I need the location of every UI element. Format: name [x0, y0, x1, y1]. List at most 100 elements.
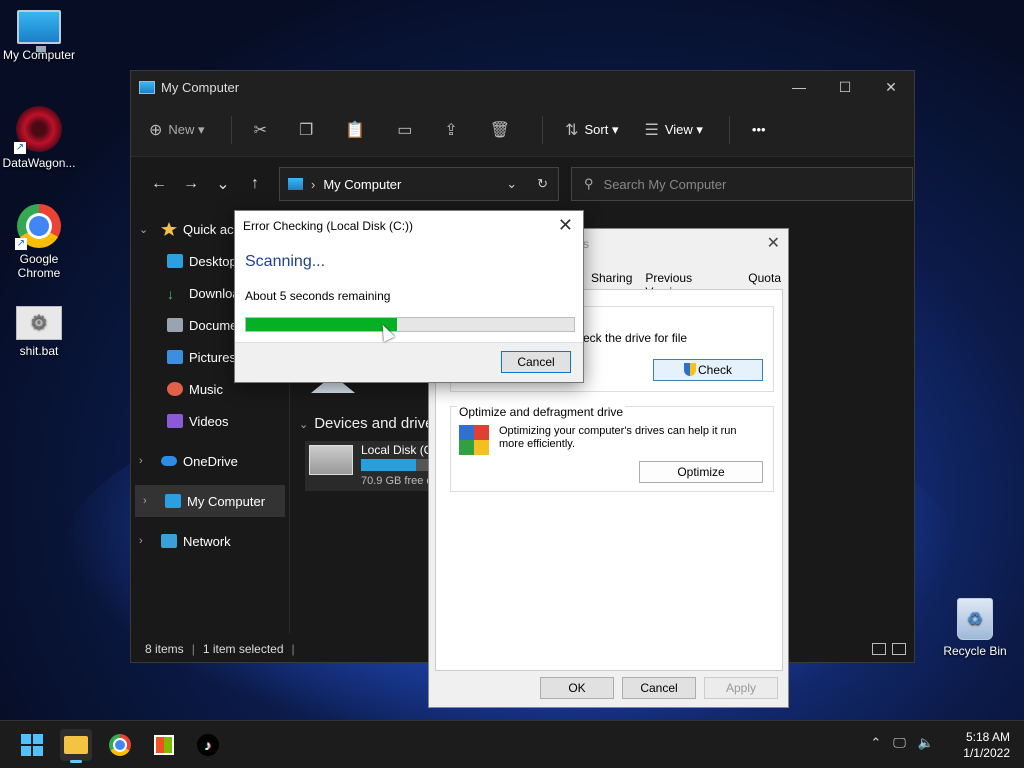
copy-icon: ❐ — [298, 121, 314, 139]
minimize-button[interactable]: — — [776, 79, 822, 96]
volume-icon[interactable]: 🔈 — [918, 735, 934, 751]
view-button[interactable]: ☰ View ▾ — [644, 120, 702, 140]
back-arrow-icon[interactable]: ← — [143, 175, 175, 193]
picture-icon — [167, 350, 183, 364]
cancel-scan-button[interactable]: Cancel — [501, 351, 571, 373]
drive-usage-fill — [361, 459, 416, 471]
hard-drive-icon — [309, 445, 353, 475]
paste-icon: 📋 — [345, 121, 366, 139]
network-icon[interactable]: 🖵 — [893, 735, 906, 751]
close-button[interactable]: ✕ — [868, 79, 914, 96]
music-icon — [167, 382, 183, 396]
item-count: 8 items — [145, 642, 184, 656]
more-options-button[interactable]: ••• — [752, 122, 766, 137]
maximize-button[interactable]: ☐ — [822, 79, 868, 96]
search-placeholder: Search My Computer — [603, 176, 727, 192]
recycle-bin-icon: ♻ — [957, 598, 993, 640]
desktop-icon — [167, 254, 183, 268]
cut-button[interactable]: ✂ — [254, 120, 273, 140]
bat-file-icon: ⚙ — [16, 306, 62, 340]
address-dropdown-icon[interactable]: ⌄ — [506, 176, 517, 192]
taskbar: ♪ ⌃ 🖵 🔈 5:18 AM 1/1/2022 — [0, 720, 1024, 768]
toolbar-separator — [542, 115, 544, 144]
paste-button[interactable]: 📋 — [345, 120, 371, 140]
check-button[interactable]: Check — [653, 359, 763, 381]
desktop-icon-chrome[interactable]: ↗ Google Chrome — [0, 204, 78, 280]
optimize-group-title: Optimize and defragment drive — [457, 405, 626, 419]
desktop-icon-datawagon[interactable]: ↗ DataWagon... — [0, 106, 78, 170]
defrag-icon — [459, 425, 489, 455]
status-divider: | — [291, 642, 295, 656]
delete-button[interactable]: 🗑 — [490, 120, 516, 140]
chevron-up-icon[interactable]: ⌃ — [870, 735, 881, 751]
details-view-icon[interactable] — [872, 643, 886, 655]
drive-tile-local-disk[interactable]: Local Disk (C 70.9 GB free o — [305, 441, 435, 491]
recent-chevron-icon[interactable]: ⌄ — [207, 174, 239, 194]
chevron-right-icon: › — [139, 455, 143, 467]
toolbar-separator — [230, 115, 232, 144]
desktop-icon-recycle-bin[interactable]: ♻ Recycle Bin — [936, 598, 1014, 658]
toolbar-separator — [728, 115, 730, 144]
taskbar-tiktok[interactable]: ♪ — [192, 729, 224, 761]
taskbar-file-explorer[interactable] — [60, 729, 92, 763]
optimize-button[interactable]: Optimize — [639, 461, 763, 483]
dialog-buttons: OK Cancel Apply — [540, 677, 778, 699]
document-icon — [167, 318, 183, 332]
sort-button[interactable]: ⇅ Sort ▾ — [565, 120, 618, 140]
tiles-view-icon[interactable] — [892, 643, 906, 655]
error-checking-description: eck the drive for file — [583, 331, 688, 345]
desktop-icon-my-computer[interactable]: My Computer — [0, 10, 78, 62]
close-icon[interactable]: ✕ — [767, 233, 780, 253]
chevron-right-icon: › — [139, 535, 143, 547]
taskbar-store[interactable] — [148, 729, 180, 761]
selection-count: 1 item selected — [202, 642, 284, 656]
dialog-title: Error Checking (Local Disk (C:)) — [243, 219, 414, 233]
monitor-icon — [17, 10, 61, 52]
sidebar-item-my-computer[interactable]: › My Computer — [135, 485, 285, 517]
video-icon — [167, 414, 183, 428]
forward-arrow-icon[interactable]: → — [175, 175, 207, 193]
cancel-button[interactable]: Cancel — [622, 677, 696, 699]
desktop-icon-label: Google Chrome — [17, 252, 61, 280]
address-bar[interactable]: › My Computer ⌄ ↻ — [279, 167, 559, 201]
network-icon — [161, 534, 177, 548]
copy-button[interactable]: ❐ — [299, 120, 319, 140]
explorer-titlebar[interactable]: My Computer — ☐ ✕ — [131, 71, 914, 103]
refresh-icon[interactable]: ↻ — [537, 176, 548, 192]
sort-icon: ⇅ — [565, 121, 579, 139]
dialog-footer: Cancel — [235, 342, 583, 382]
datawagon-icon: ↗ — [14, 106, 62, 154]
monitor-icon — [165, 494, 181, 508]
taskbar-chrome[interactable] — [104, 729, 136, 761]
desktop-icon-bat[interactable]: ⚙ shit.bat — [0, 306, 78, 358]
time-remaining: About 5 seconds remaining — [245, 289, 391, 303]
clock[interactable]: 5:18 AM 1/1/2022 — [963, 729, 1010, 761]
chevron-right-icon: › — [143, 495, 147, 507]
search-input[interactable]: ⚲ Search My Computer — [571, 167, 913, 201]
desktop-icon-label: DataWagon... — [2, 156, 76, 170]
apply-button[interactable]: Apply — [704, 677, 778, 699]
up-arrow-icon[interactable]: ↑ — [239, 175, 271, 193]
drive-usage-bar — [361, 459, 431, 471]
navigation-row: ← → ⌄ ↑ › My Computer ⌄ ↻ ⚲ Search My Com… — [131, 157, 914, 211]
rename-button[interactable]: ▭ — [397, 120, 418, 140]
chevron-down-icon: ⌄ — [299, 419, 309, 431]
drive-free-space: 70.9 GB free o — [361, 475, 433, 487]
new-button[interactable]: ⊕ New ▾ — [149, 120, 205, 140]
close-icon[interactable]: ✕ — [558, 215, 573, 236]
download-icon: ↓ — [167, 286, 174, 302]
trash-icon: 🗑 — [489, 121, 511, 139]
monitor-icon — [139, 80, 155, 94]
breadcrumb-chevron-icon: › — [311, 176, 316, 192]
rename-icon: ▭ — [397, 121, 413, 139]
system-tray: ⌃ 🖵 🔈 — [870, 735, 934, 751]
start-button[interactable] — [16, 729, 48, 761]
devices-section-header[interactable]: ⌄ Devices and drive — [299, 415, 433, 432]
ok-button[interactable]: OK — [540, 677, 614, 699]
sidebar-item-onedrive[interactable]: › OneDrive — [131, 445, 289, 477]
sidebar-item-network[interactable]: › Network — [131, 525, 289, 557]
windows-logo-icon — [21, 734, 43, 756]
sidebar-item-videos[interactable]: Videos — [131, 405, 289, 437]
scan-status: Scanning... — [245, 253, 326, 270]
share-button[interactable]: ⇪ — [444, 120, 463, 140]
